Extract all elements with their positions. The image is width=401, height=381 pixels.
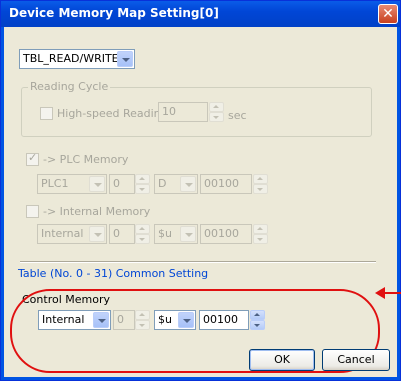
common-setting-label: Table (No. 0 - 31) Common Setting [18,267,209,280]
plc-station-no-spinner[interactable] [135,174,150,194]
plc-device-select[interactable]: D [154,174,198,194]
plc-station-no-field[interactable]: 0 [109,174,135,194]
window-title: Device Memory Map Setting[0] [9,6,219,20]
plc-address-value: 00100 [204,177,239,190]
title-bar[interactable]: Device Memory Map Setting[0] ✕ [1,1,400,27]
internal-station-no-spinner[interactable] [135,224,150,244]
spin-up-icon[interactable] [253,224,268,234]
dialog-window: Device Memory Map Setting[0] ✕ TBL_READ/… [0,0,401,381]
chevron-down-icon[interactable] [180,226,196,242]
chevron-down-icon[interactable] [89,226,105,242]
mode-select[interactable]: TBL_READ/WRITE [19,49,135,69]
internal-address-field[interactable]: 00100 [200,224,252,244]
plc-station-no-value: 0 [113,177,120,190]
reading-interval-spinner[interactable] [209,102,224,122]
spin-down-icon[interactable] [135,184,150,194]
separator [20,261,376,263]
internal-memory-label: -> Internal Memory [43,205,151,218]
cancel-button[interactable]: Cancel [322,349,390,371]
internal-address-value: 00100 [204,227,239,240]
spin-up-icon[interactable] [135,224,150,234]
spin-up-icon[interactable] [135,174,150,184]
chevron-down-icon[interactable] [89,176,105,192]
internal-station-select[interactable]: Internal [37,224,107,244]
chevron-down-icon[interactable] [117,51,133,67]
close-button[interactable]: ✕ [378,4,398,24]
internal-address-spinner[interactable] [253,224,268,244]
high-speed-reading-checkbox[interactable] [40,107,53,120]
spin-up-icon[interactable] [209,102,224,112]
dialog-body: TBL_READ/WRITE Reading Cycle High-speed … [4,27,397,377]
plc-device-value: D [158,177,167,190]
spin-up-icon[interactable] [253,174,268,184]
mode-select-value: TBL_READ/WRITE [23,52,119,65]
reading-interval-value: 10 [162,105,176,118]
internal-station-no-field[interactable]: 0 [109,224,135,244]
plc-station-value: PLC1 [41,177,69,190]
plc-memory-label: -> PLC Memory [43,153,129,166]
plc-address-spinner[interactable] [253,174,268,194]
ok-button[interactable]: OK [249,349,315,371]
spin-down-icon[interactable] [253,234,268,244]
internal-station-no-value: 0 [113,227,120,240]
spin-down-icon[interactable] [135,234,150,244]
internal-device-select[interactable]: $u [154,224,198,244]
spin-down-icon[interactable] [209,112,224,122]
chevron-down-icon[interactable] [180,176,196,192]
plc-memory-checkbox[interactable]: ✓ [26,151,39,166]
sec-unit-label: sec [228,109,247,122]
plc-address-field[interactable]: 00100 [200,174,252,194]
plc-station-select[interactable]: PLC1 [37,174,107,194]
internal-device-value: $u [158,227,172,240]
reading-cycle-label: Reading Cycle [28,80,111,93]
spin-down-icon[interactable] [253,184,268,194]
check-icon: ✓ [28,151,38,164]
arrow-annotation [385,292,401,294]
reading-interval-field[interactable]: 10 [158,102,208,122]
arrow-head-icon [375,287,385,299]
high-speed-reading-label: High-speed Reading [57,107,168,120]
internal-station-value: Internal [41,227,84,240]
close-icon: ✕ [382,6,394,22]
internal-memory-checkbox[interactable] [26,205,39,218]
